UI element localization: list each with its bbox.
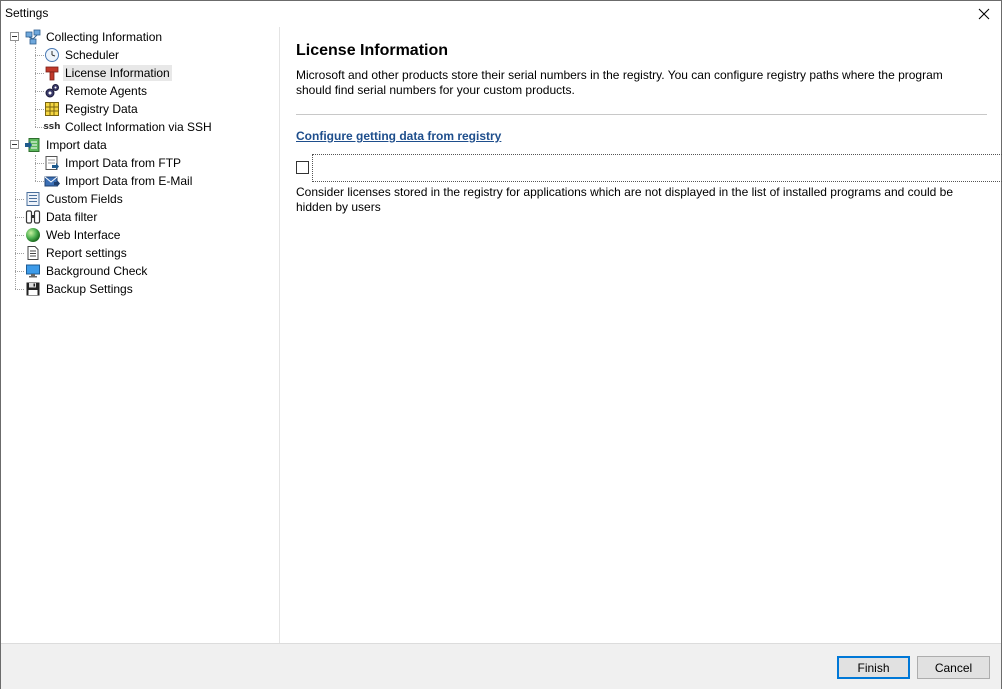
ssh-icon: ssh — [43, 122, 61, 132]
globe-icon — [25, 227, 41, 243]
tree-item-label: Report settings — [46, 246, 127, 260]
divider — [296, 114, 987, 115]
tree-item-report-settings[interactable]: Report settings — [25, 244, 129, 262]
window-title: Settings — [5, 6, 49, 20]
tree-item-data-filter[interactable]: Data filter — [25, 208, 99, 226]
tree-item-import-data[interactable]: Import data — [25, 136, 109, 154]
tree-item-custom-fields[interactable]: Custom Fields — [25, 190, 125, 208]
tree-item-label: Web Interface — [46, 228, 121, 242]
network-collect-icon — [25, 29, 41, 45]
email-import-icon — [44, 173, 60, 189]
tree-item-label: Collecting Information — [46, 30, 163, 44]
consider-registry-licenses-label[interactable]: Consider licenses stored in the registry… — [296, 185, 976, 215]
cancel-button[interactable]: Cancel — [917, 656, 990, 679]
tree-item-label: License Information — [63, 65, 172, 81]
tree-item-collect-via-ssh[interactable]: ssh Collect Information via SSH — [43, 118, 214, 136]
checkbox-focus-rectangle — [312, 154, 1002, 182]
tree-item-label: Remote Agents — [65, 84, 148, 98]
settings-tree: Collecting Information Scheduler License… — [1, 27, 280, 643]
binoculars-icon — [25, 209, 41, 225]
finish-button[interactable]: Finish — [837, 656, 910, 679]
consider-registry-licenses-checkbox[interactable] — [296, 161, 309, 174]
configure-registry-link[interactable]: Configure getting data from registry — [296, 129, 501, 143]
gears-icon — [44, 83, 60, 99]
page-title: License Information — [296, 42, 449, 59]
tree-item-label: Import Data from FTP — [65, 156, 182, 170]
clock-icon — [44, 47, 60, 63]
monitor-icon — [25, 263, 41, 279]
ftp-import-icon — [44, 155, 60, 171]
license-key-icon — [44, 65, 60, 81]
tree-item-label: Scheduler — [65, 48, 120, 62]
tree-item-label: Background Check — [46, 264, 148, 278]
tree-item-label: Collect Information via SSH — [65, 120, 212, 134]
tree-item-label: Import Data from E-Mail — [65, 174, 193, 188]
tree-item-label: Data filter — [46, 210, 98, 224]
tree-item-registry-data[interactable]: Registry Data — [44, 100, 140, 118]
tree-item-label: Import data — [46, 138, 107, 152]
registry-license-option — [296, 154, 1002, 182]
tree-item-license-information[interactable]: License Information — [44, 64, 172, 82]
tree-item-collecting-information[interactable]: Collecting Information — [25, 28, 164, 46]
page-description: Microsoft and other products store their… — [296, 68, 943, 97]
registry-grid-icon — [44, 101, 60, 117]
tree-item-label: Backup Settings — [46, 282, 133, 296]
title-bar: Settings — [1, 1, 1001, 27]
tree-item-backup-settings[interactable]: Backup Settings — [25, 280, 135, 298]
floppy-disk-icon — [25, 281, 41, 297]
report-icon — [25, 245, 41, 261]
close-button[interactable] — [975, 5, 993, 23]
settings-content-panel: License Information Microsoft and other … — [281, 27, 1002, 643]
settings-window: Settings Collecting Information Schedule… — [0, 0, 1002, 689]
import-data-expander[interactable] — [10, 140, 19, 149]
custom-fields-icon — [25, 191, 41, 207]
tree-item-web-interface[interactable]: Web Interface — [25, 226, 122, 244]
tree-item-import-ftp[interactable]: Import Data from FTP — [44, 154, 183, 172]
collecting-information-expander[interactable] — [10, 32, 19, 41]
tree-item-label: Custom Fields — [46, 192, 123, 206]
tree-item-import-email[interactable]: Import Data from E-Mail — [44, 172, 194, 190]
close-icon — [978, 8, 990, 20]
tree-item-remote-agents[interactable]: Remote Agents — [44, 82, 149, 100]
import-icon — [25, 137, 41, 153]
tree-item-label: Registry Data — [65, 102, 138, 116]
tree-item-background-check[interactable]: Background Check — [25, 262, 149, 280]
dialog-footer: Finish Cancel — [1, 643, 1001, 689]
tree-item-scheduler[interactable]: Scheduler — [44, 46, 121, 64]
